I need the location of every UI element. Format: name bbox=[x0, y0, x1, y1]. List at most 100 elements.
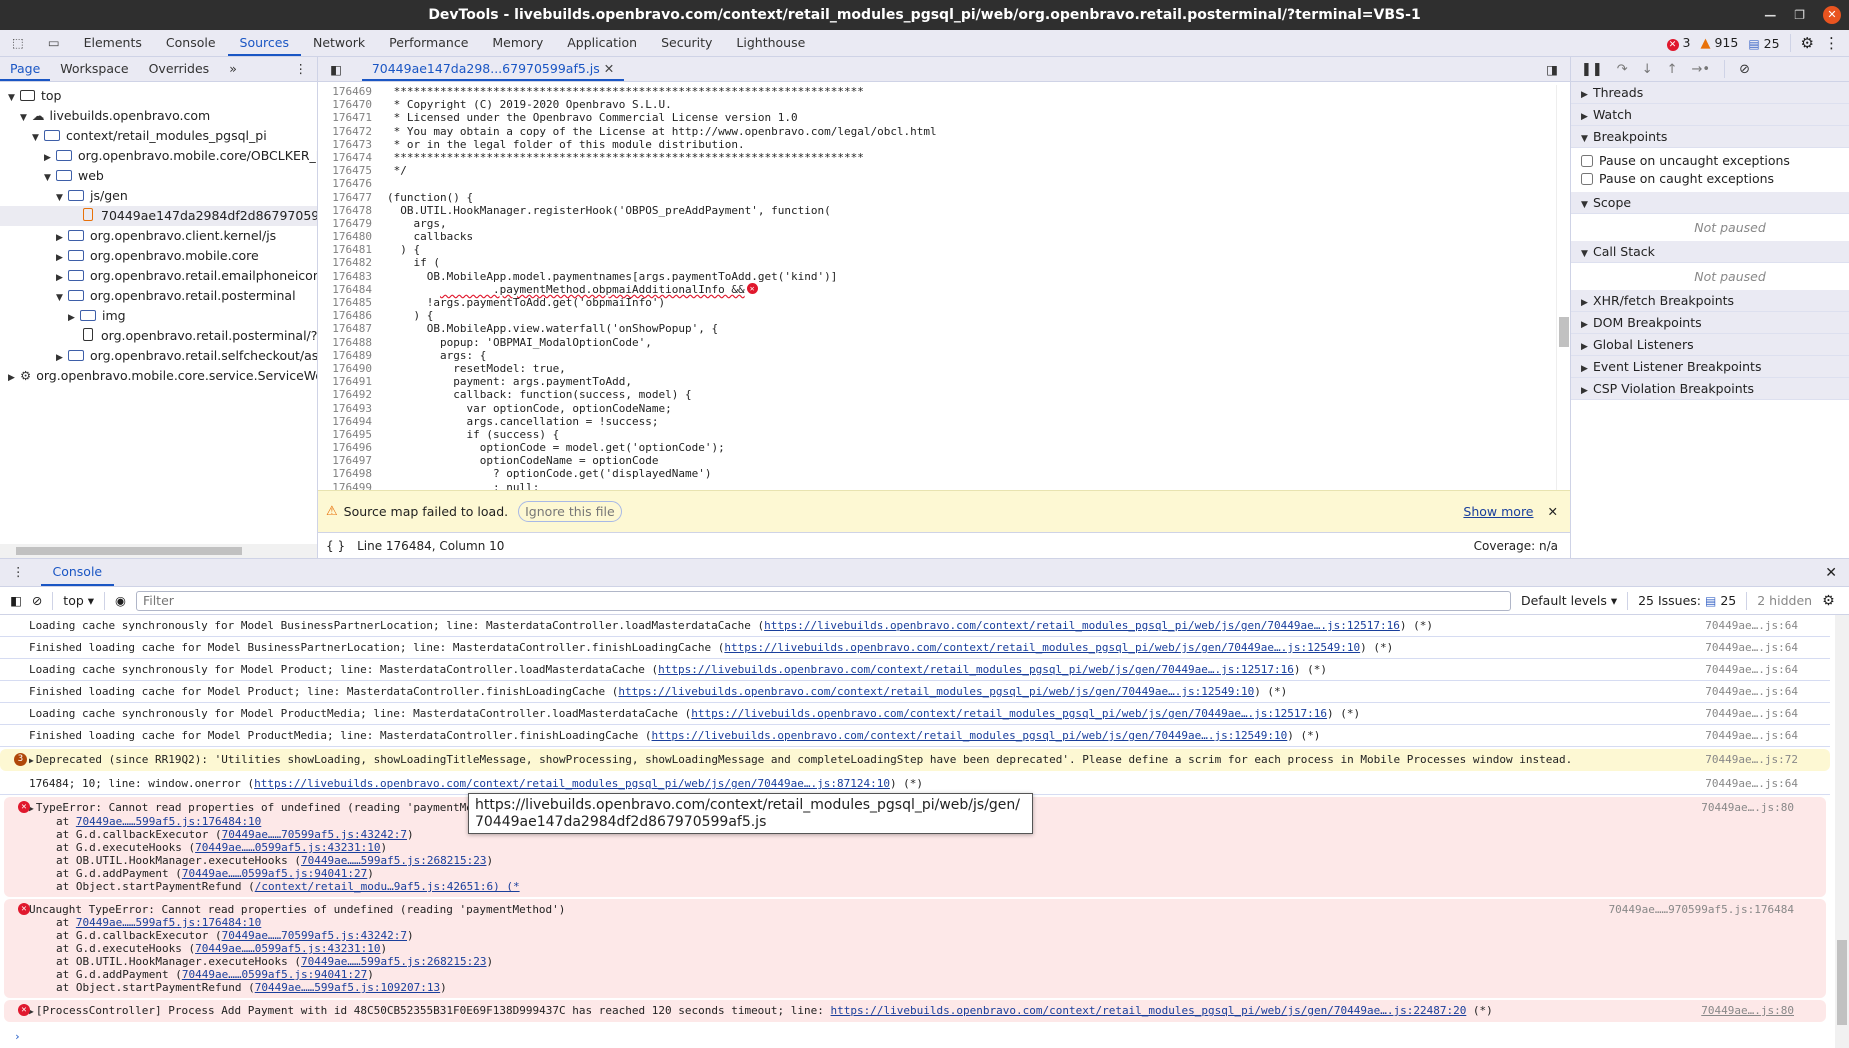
line-number[interactable]: 176477 bbox=[318, 191, 372, 204]
pretty-print-icon[interactable]: { } bbox=[326, 539, 345, 553]
collapsed-arrow-icon[interactable]: ▶ bbox=[56, 248, 68, 268]
line-number[interactable]: 176482 bbox=[318, 256, 372, 269]
expand-arrow-icon[interactable]: ▶ bbox=[29, 756, 34, 765]
line-number[interactable]: 176492 bbox=[318, 388, 372, 401]
line-number[interactable]: 176489 bbox=[318, 349, 372, 362]
source-code[interactable]: 176469 *********************************… bbox=[318, 85, 1556, 490]
message-source-link[interactable]: 70449ae….js:72 bbox=[1705, 753, 1798, 766]
line-number[interactable]: 176481 bbox=[318, 243, 372, 256]
step-over-icon[interactable]: ↷ bbox=[1617, 62, 1628, 77]
console-settings-icon[interactable]: ⚙ bbox=[1822, 593, 1835, 609]
section-xhr-fetch-breakpoints[interactable]: ▶ XHR/fetch Breakpoints bbox=[1571, 290, 1849, 312]
tree-item[interactable]: ▶ org.openbravo.mobile.core bbox=[0, 246, 317, 266]
section-watch[interactable]: ▶ Watch bbox=[1571, 104, 1849, 126]
navigator-menu-icon[interactable]: ⋮ bbox=[285, 57, 318, 81]
tree-item[interactable]: ▼ org.openbravo.retail.posterminal bbox=[0, 286, 317, 306]
source-link[interactable]: https://livebuilds.openbravo.com/context… bbox=[652, 729, 1288, 742]
tab-performance[interactable]: Performance bbox=[377, 30, 480, 56]
line-number[interactable]: 176484 bbox=[318, 283, 372, 296]
collapsed-arrow-icon[interactable]: ▶ bbox=[68, 308, 80, 328]
stack-link[interactable]: 70449ae……599af5.js:268215:23 bbox=[301, 955, 486, 968]
stack-link[interactable]: 70449ae……0599af5.js:43231:10 bbox=[195, 841, 380, 854]
message-source-link[interactable]: 70449ae….js:64 bbox=[1705, 619, 1798, 632]
source-link[interactable]: https://livebuilds.openbravo.com/context… bbox=[254, 777, 890, 790]
stack-link[interactable]: 70449ae……70599af5.js:43242:7 bbox=[222, 929, 407, 942]
log-levels-dropdown[interactable]: Default levels ▾ bbox=[1521, 593, 1617, 608]
section-dom-breakpoints[interactable]: ▶ DOM Breakpoints bbox=[1571, 312, 1849, 334]
collapsed-arrow-icon[interactable]: ▶ bbox=[56, 228, 68, 248]
stack-link[interactable]: 70449ae……70599af5.js:43242:7 bbox=[222, 828, 407, 841]
tree-item[interactable]: ▶ img bbox=[0, 306, 317, 326]
checkbox[interactable] bbox=[1581, 155, 1593, 167]
clear-console-icon[interactable]: ⊘ bbox=[32, 593, 42, 608]
tree-item[interactable]: org.openbravo.retail.posterminal/?termin… bbox=[0, 326, 317, 346]
stack-link[interactable]: 70449ae……599af5.js:176484:10 bbox=[76, 916, 261, 929]
source-link[interactable]: https://livebuilds.openbravo.com/context… bbox=[691, 707, 1327, 720]
close-drawer-icon[interactable]: ✕ bbox=[1813, 559, 1849, 586]
line-number[interactable]: 176470 bbox=[318, 98, 372, 111]
stack-link[interactable]: 70449ae……599af5.js:109207:13 bbox=[255, 981, 440, 994]
tab-memory[interactable]: Memory bbox=[480, 30, 555, 56]
collapsed-arrow-icon[interactable]: ▶ bbox=[56, 268, 68, 288]
section-breakpoints[interactable]: ▼ Breakpoints bbox=[1571, 126, 1849, 148]
message-source-link[interactable]: 70449ae….js:64 bbox=[1705, 729, 1798, 742]
settings-gear-icon[interactable]: ⚙ bbox=[1801, 34, 1814, 52]
navigator-tab-overrides[interactable]: Overrides bbox=[139, 57, 220, 81]
line-number[interactable]: 176478 bbox=[318, 204, 372, 217]
line-number[interactable]: 176487 bbox=[318, 322, 372, 335]
message-source-link[interactable]: 70449ae……970599af5.js:176484 bbox=[1609, 903, 1794, 916]
more-menu-icon[interactable]: ⋮ bbox=[1824, 34, 1839, 52]
line-number[interactable]: 176483 bbox=[318, 270, 372, 283]
line-number[interactable]: 176471 bbox=[318, 111, 372, 124]
tree-item[interactable]: 70449ae147da2984df2d867970599af5.js bbox=[0, 206, 317, 226]
stack-link[interactable]: 70449ae……0599af5.js:94041:27 bbox=[182, 867, 367, 880]
maximize-icon[interactable]: ❐ bbox=[1794, 0, 1805, 30]
tab-sources[interactable]: Sources bbox=[227, 30, 301, 56]
line-number[interactable]: 176499 bbox=[318, 481, 372, 490]
context-selector[interactable]: top ▾ bbox=[63, 593, 94, 608]
error-icon[interactable]: ✕ bbox=[746, 282, 758, 294]
line-number[interactable]: 176486 bbox=[318, 309, 372, 322]
section-threads[interactable]: ▶ Threads bbox=[1571, 82, 1849, 104]
expanded-arrow-icon[interactable]: ▼ bbox=[44, 168, 56, 188]
expanded-arrow-icon[interactable]: ▼ bbox=[32, 128, 44, 148]
minimize-icon[interactable]: — bbox=[1764, 0, 1776, 30]
navigator-tab-workspace[interactable]: Workspace bbox=[50, 57, 138, 81]
message-source-link[interactable]: 70449ae….js:64 bbox=[1705, 663, 1798, 676]
expanded-arrow-icon[interactable]: ▼ bbox=[56, 188, 68, 208]
stack-link[interactable]: 70449ae……0599af5.js:43231:10 bbox=[195, 942, 380, 955]
stack-link[interactable]: 70449ae……0599af5.js:94041:27 bbox=[182, 968, 367, 981]
tree-item[interactable]: ▶ org.openbravo.retail.selfcheckout/asset… bbox=[0, 346, 317, 366]
message-count[interactable]: ▤ 25 bbox=[1748, 36, 1779, 51]
tab-security[interactable]: Security bbox=[649, 30, 724, 56]
section-global-listeners[interactable]: ▶ Global Listeners bbox=[1571, 334, 1849, 356]
stack-link[interactable]: /context/retail_modu…9af5.js:42651:6) (* bbox=[255, 880, 520, 893]
line-number[interactable]: 176494 bbox=[318, 415, 372, 428]
toggle-navigator-icon[interactable]: ◧ bbox=[318, 57, 354, 81]
pause-exceptions-checkbox[interactable]: Pause on uncaught exceptions bbox=[1571, 152, 1849, 170]
line-number[interactable]: 176495 bbox=[318, 428, 372, 441]
line-number[interactable]: 176485 bbox=[318, 296, 372, 309]
device-toolbar-icon[interactable]: ▭ bbox=[36, 30, 72, 56]
step-icon[interactable]: →• bbox=[1692, 62, 1711, 77]
line-number[interactable]: 176488 bbox=[318, 336, 372, 349]
tree-item[interactable]: ▼ js/gen bbox=[0, 186, 317, 206]
source-link[interactable]: https://livebuilds.openbravo.com/context… bbox=[724, 641, 1360, 654]
tree-item[interactable]: ▶ org.openbravo.retail.emailphoneicons/im… bbox=[0, 266, 317, 286]
source-link[interactable]: https://livebuilds.openbravo.com/context… bbox=[658, 663, 1294, 676]
source-link[interactable]: https://livebuilds.openbravo.com/context… bbox=[831, 1004, 1467, 1017]
line-number[interactable]: 176473 bbox=[318, 138, 372, 151]
line-number[interactable]: 176490 bbox=[318, 362, 372, 375]
collapsed-arrow-icon[interactable]: ▶ bbox=[56, 348, 68, 368]
line-number[interactable]: 176496 bbox=[318, 441, 372, 454]
sidebar-toggle-icon[interactable]: ◧ bbox=[10, 593, 22, 608]
tree-item[interactable]: ▶ org.openbravo.mobile.core/OBCLKER_Kerne… bbox=[0, 146, 317, 166]
line-number[interactable]: 176480 bbox=[318, 230, 372, 243]
message-source-link[interactable]: 70449ae….js:64 bbox=[1705, 685, 1798, 698]
issues-button[interactable]: 25 Issues: ▤ 25 bbox=[1638, 593, 1736, 608]
show-more-link[interactable]: Show more bbox=[1463, 504, 1533, 519]
tab-console[interactable]: Console bbox=[154, 30, 228, 56]
line-number[interactable]: 176472 bbox=[318, 125, 372, 138]
expanded-arrow-icon[interactable]: ▼ bbox=[20, 108, 32, 128]
close-window-icon[interactable]: ✕ bbox=[1823, 6, 1841, 24]
